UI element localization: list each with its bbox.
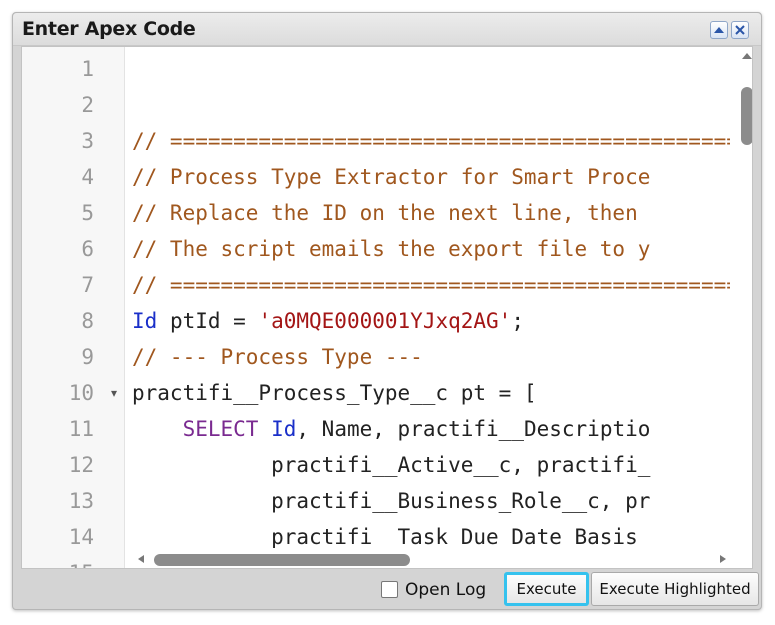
code-token: ptId = (157, 309, 259, 333)
execute-button[interactable]: Execute (504, 572, 589, 606)
code-token: practifi__Active__c, practifi_ (132, 453, 651, 477)
code-token: // Process Type Extractor for Smart Proc… (132, 165, 651, 189)
apex-code-dialog: Enter Apex Code 12345678910▾1112131415 /… (12, 12, 762, 610)
dialog-title: Enter Apex Code (22, 18, 196, 40)
code-token: // The script emails the export file to … (132, 237, 651, 261)
code-line: // The script emails the export file to … (132, 231, 650, 267)
triangle-up-icon (714, 27, 724, 33)
dialog-titlebar[interactable]: Enter Apex Code (13, 13, 761, 46)
dialog-footer: Open Log Execute Execute Highlighted (21, 571, 759, 609)
code-token: ; (511, 309, 524, 333)
line-number: 9 (81, 345, 94, 369)
line-number: 15 (22, 555, 94, 568)
horizontal-scrollbar[interactable] (132, 548, 734, 566)
fold-toggle-icon[interactable]: ▾ (108, 375, 120, 411)
code-token: // =====================================… (132, 273, 730, 297)
code-token: , Name, practifi__Descriptio (296, 417, 651, 441)
open-log-checkbox[interactable] (381, 581, 398, 598)
collapse-button[interactable] (710, 21, 728, 39)
code-token: // Replace the ID on the next line, then (132, 201, 651, 225)
open-log-label[interactable]: Open Log (405, 580, 486, 600)
code-token: practifi__Process_Type__c pt = [ (132, 381, 537, 405)
line-number: 14 (68, 525, 94, 549)
scroll-right-arrow-icon[interactable] (718, 553, 728, 565)
close-button[interactable] (731, 21, 749, 39)
line-number: 5 (81, 201, 94, 225)
horizontal-scroll-thumb[interactable] (154, 554, 410, 566)
code-token: practifi__Task_Due_Date_Basis_ (132, 525, 651, 549)
code-line: // Process Type Extractor for Smart Proc… (132, 159, 650, 195)
code-token: Id (271, 417, 297, 441)
code-line: practifi__Process_Type__c pt = [ (132, 375, 537, 411)
line-number: 12 (68, 453, 94, 477)
line-number: 4 (81, 165, 94, 189)
code-line: practifi__Business_Role__c, pr (132, 483, 650, 519)
code-token: Id (132, 309, 158, 333)
code-line: // =====================================… (132, 123, 730, 159)
code-token: SELECT (182, 417, 259, 441)
code-line: // --- Process Type --- (132, 339, 423, 375)
line-number: 10 (68, 381, 94, 405)
scroll-left-arrow-icon[interactable] (136, 553, 146, 565)
code-line: // Replace the ID on the next line, then (132, 195, 650, 231)
line-number: 1 (81, 57, 94, 81)
code-token: // =====================================… (132, 129, 730, 153)
close-x-icon (735, 25, 745, 35)
line-number: 8 (81, 309, 94, 333)
code-token: 'a0MQE000001YJxq2AG' (258, 309, 512, 333)
line-number: 7 (81, 273, 94, 297)
code-editor[interactable]: 12345678910▾1112131415 // ==============… (21, 46, 753, 569)
code-line: Id ptId = 'a0MQE000001YJxq2AG'; (132, 303, 524, 339)
line-number: 2 (81, 93, 94, 117)
line-number: 6 (81, 237, 94, 261)
line-number: 11 (68, 417, 94, 441)
vertical-scroll-thumb[interactable] (741, 87, 752, 145)
code-line: practifi__Active__c, practifi_ (132, 447, 650, 483)
line-number: 3 (81, 129, 94, 153)
code-token: practifi__Business_Role__c, pr (132, 489, 651, 513)
code-token: // --- Process Type --- (132, 345, 423, 369)
execute-highlighted-button[interactable]: Execute Highlighted (591, 572, 759, 606)
vertical-scrollbar[interactable] (734, 47, 752, 568)
line-number: 13 (68, 489, 94, 513)
line-number-gutter: 12345678910▾1112131415 (22, 47, 125, 568)
code-area[interactable]: // =====================================… (132, 47, 730, 568)
code-line: SELECT Id, Name, practifi__Descriptio (132, 411, 651, 447)
code-line: // =====================================… (132, 267, 730, 303)
scroll-up-arrow-icon[interactable] (740, 51, 753, 61)
